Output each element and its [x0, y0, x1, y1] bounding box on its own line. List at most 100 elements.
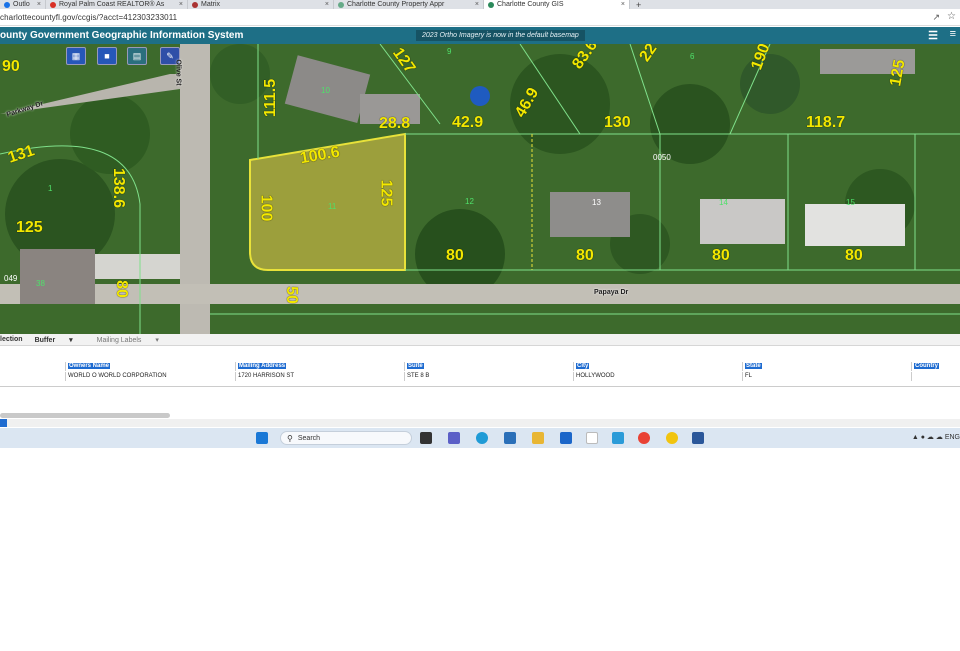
close-icon[interactable]: ×	[34, 1, 41, 8]
dimension-label: 111.5	[262, 78, 280, 118]
tab-title: Charlotte County Property Appr	[347, 1, 445, 8]
buffer-label: Buffer	[34, 336, 56, 344]
system-tray[interactable]: ▲ ● ☁ ☁ ENG	[912, 433, 960, 441]
realtor-icon	[50, 1, 56, 8]
lot-number: 11	[328, 202, 337, 211]
close-icon[interactable]: ×	[176, 1, 183, 8]
screen: { "browser": { "tabs": [ {"title": "Outl…	[0, 0, 960, 651]
teams-icon[interactable]	[448, 432, 460, 444]
lot-number: 14	[719, 198, 728, 207]
language-indicator[interactable]: ENG	[945, 434, 960, 441]
close-icon[interactable]: ×	[618, 1, 625, 8]
app-icon[interactable]	[586, 432, 598, 444]
taskbar: ⚲ Search ▲ ● ☁ ☁ ENG	[0, 428, 960, 448]
state-cell: FL	[742, 372, 911, 381]
dimension-label: 125	[377, 179, 395, 207]
column-header-label: State	[745, 363, 762, 369]
dimension-label: 100	[257, 194, 275, 222]
dimension-label: 130	[604, 114, 631, 131]
tab-strip: Outlo × Royal Palm Coast REALTOR® As × M…	[0, 0, 960, 10]
chevron-down-icon: ▾	[155, 336, 159, 344]
country-cell	[911, 372, 960, 381]
column-header[interactable]: State	[742, 362, 911, 371]
word-icon[interactable]	[692, 432, 704, 444]
city-cell: HOLLYWOOD	[573, 372, 742, 381]
pencil-icon: ✎	[166, 50, 174, 61]
lot-number: 15	[846, 198, 855, 207]
street-label: Olive St	[174, 59, 182, 86]
taskbar-search[interactable]: ⚲ Search	[280, 431, 412, 445]
column-header[interactable]: Suite	[404, 362, 573, 371]
dimension-label: 80	[576, 247, 594, 264]
identify-button[interactable]: ▤	[127, 47, 147, 65]
dimension-label: 80	[112, 280, 130, 298]
results-table: Owners Name Mailing Address Suite City S…	[0, 361, 960, 387]
dimension-label: 42.9	[452, 114, 484, 131]
aerial-imagery	[0, 44, 960, 334]
mailing-labels-label: Mailing Labels	[96, 336, 142, 344]
star-icon[interactable]: ☆	[947, 11, 956, 22]
url-text[interactable]: charlottecountyfl.gov/ccgis/?acct=412303…	[0, 13, 177, 22]
divider	[0, 386, 960, 387]
buffer-dropdown[interactable]: Buffer ▾	[35, 336, 85, 344]
search-icon: ⚲	[287, 433, 293, 443]
column-header[interactable]: Owners Name	[65, 362, 235, 371]
matrix-icon	[192, 1, 198, 8]
windows-start-icon[interactable]	[256, 432, 268, 444]
column-header-label: City	[576, 363, 590, 369]
info-panel-icon: ▤	[132, 50, 142, 61]
owner-cell: WORLD O WORLD CORPORATION	[65, 372, 235, 381]
task-view-icon[interactable]	[420, 432, 432, 444]
share-icon[interactable]: ↗	[932, 12, 940, 23]
dimension-label: 80	[712, 247, 730, 264]
tab-royal-palm[interactable]: Royal Palm Coast REALTOR® As ×	[46, 0, 188, 9]
map-view[interactable]: ▦ ■ ▤ ✎ 90 131 138.6 125 80 111.5 127 28…	[0, 44, 960, 334]
lot-number: 10	[321, 86, 330, 95]
lot-number: 13	[592, 198, 601, 207]
address-bar[interactable]: charlottecountyfl.gov/ccgis/?acct=412303…	[0, 9, 960, 26]
select-button[interactable]: ■	[97, 47, 117, 65]
results-toolbar: lection Buffer ▾ Mailing Labels ▾	[0, 334, 960, 346]
tab-charlotte-gis[interactable]: Charlotte County GIS ×	[484, 0, 630, 9]
appraiser-icon	[338, 1, 344, 8]
table-header: Owners Name Mailing Address Suite City S…	[0, 362, 960, 371]
outlook-icon	[4, 1, 10, 8]
edge-icon[interactable]	[476, 432, 488, 444]
menu-icon[interactable]: ≡	[950, 28, 956, 40]
tab-matrix[interactable]: Matrix ×	[188, 0, 334, 9]
dimension-label: 90	[2, 58, 20, 75]
tab-property-appraiser[interactable]: Charlotte County Property Appr ×	[334, 0, 484, 9]
mailing-labels-dropdown[interactable]: Mailing Labels ▾	[97, 336, 171, 344]
column-header[interactable]: Mailing Address	[235, 362, 404, 371]
gis-icon	[488, 1, 494, 8]
store-icon[interactable]	[504, 432, 516, 444]
selection-tab[interactable]: lection	[0, 336, 23, 343]
dimension-label: 50	[282, 286, 300, 304]
close-icon[interactable]: ×	[472, 1, 479, 8]
square-icon: ■	[104, 51, 110, 61]
basemap-grid-button[interactable]: ▦	[66, 47, 86, 65]
page-title: ounty Government Geographic Information …	[0, 30, 244, 41]
column-header-label: Owners Name	[68, 363, 111, 369]
grid-icon: ▦	[71, 50, 81, 61]
chrome-profile-icon[interactable]	[666, 432, 678, 444]
mail-icon[interactable]	[560, 432, 572, 444]
dimension-label: 118.7	[806, 114, 846, 131]
tab-outlook[interactable]: Outlo ×	[0, 0, 46, 9]
column-header[interactable]: City	[573, 362, 742, 371]
chrome-icon[interactable]	[638, 432, 650, 444]
horizontal-scrollbar[interactable]	[0, 413, 170, 418]
layers-icon[interactable]: ☰	[928, 29, 938, 42]
bolt-icon[interactable]	[612, 432, 624, 444]
column-header-label: Mailing Address	[238, 363, 287, 369]
lot-number: 38	[36, 279, 45, 288]
close-icon[interactable]: ×	[322, 1, 329, 8]
lot-number: 12	[465, 197, 474, 206]
table-row[interactable]: WORLD O WORLD CORPORATION 1720 HARRISON …	[0, 372, 960, 381]
tab-title: Outlo	[13, 1, 30, 8]
lot-number: 6	[690, 52, 695, 61]
file-explorer-icon[interactable]	[532, 432, 544, 444]
lot-number: 1	[48, 184, 53, 193]
column-header[interactable]: Country	[911, 362, 960, 371]
street-label: Papaya Dr	[594, 289, 629, 296]
